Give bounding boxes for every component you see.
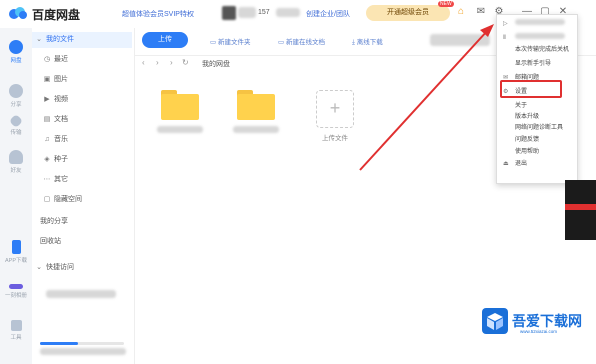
ad-accent-bar xyxy=(565,204,596,210)
menu-item-label: 网络问题诊断工具 xyxy=(515,125,564,131)
menu-item-label: 关于 xyxy=(515,103,528,109)
menu-item-feedback[interactable]: 问题反馈 xyxy=(503,135,539,146)
menu-item-shutdown-after-transfer[interactable]: 本次传输完成后关机 xyxy=(503,45,569,56)
menu-item-play[interactable]: ▷ xyxy=(503,19,565,30)
menu-item-label: 退出 xyxy=(515,161,528,167)
exit-icon: ⏏ xyxy=(503,161,509,167)
cube-icon xyxy=(487,313,503,330)
menu-item-help[interactable]: 使用帮助 xyxy=(503,147,539,158)
menu-item-pause[interactable]: Ⅱ xyxy=(503,33,565,44)
menu-item-network-diagnosis[interactable]: 网络问题诊断工具 xyxy=(503,123,563,134)
watermark-url: www.52xiazai.com xyxy=(520,329,558,334)
watermark-logo xyxy=(482,308,508,334)
menu-item-upgrade[interactable]: 版本升级 xyxy=(503,112,539,123)
menu-item-label: 问题反馈 xyxy=(515,137,540,143)
ad-strip-partial xyxy=(565,180,596,240)
settings-highlight-box xyxy=(500,80,562,98)
pause-icon: Ⅱ xyxy=(503,35,506,41)
play-icon: ▷ xyxy=(503,21,508,27)
settings-menu: ▷ Ⅱ 本次传输完成后关机 显示新手引导 ✉ 邮箱问题 ⚙ 设置 关于 版本升级 网… xyxy=(496,14,578,184)
menu-item-label: 显示新手引导 xyxy=(515,61,552,67)
menu-item-exit[interactable]: ⏏ 退出 xyxy=(503,159,527,170)
menu-item-blurred xyxy=(515,19,565,25)
menu-item-show-guide[interactable]: 显示新手引导 xyxy=(503,59,551,70)
watermark-title: 吾爱下载网 xyxy=(512,313,582,329)
menu-item-label: 本次传输完成后关机 xyxy=(515,47,570,53)
menu-item-blurred xyxy=(515,33,565,39)
menu-item-about[interactable]: 关于 xyxy=(503,101,527,112)
menu-item-label: 版本升级 xyxy=(515,114,540,120)
menu-item-label: 使用帮助 xyxy=(515,149,540,155)
